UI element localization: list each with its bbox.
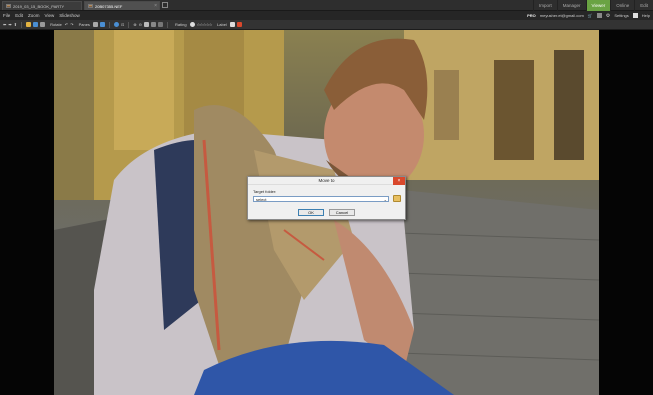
menu-slideshow[interactable]: Slideshow bbox=[59, 13, 80, 18]
up-arrow-icon[interactable]: ⬆ bbox=[14, 22, 17, 27]
image-thumbnail-icon bbox=[88, 4, 93, 8]
label-color-icon[interactable] bbox=[236, 22, 242, 27]
mode-viewer[interactable]: Viewer bbox=[585, 0, 611, 11]
fullscreen-icon[interactable] bbox=[158, 22, 164, 27]
menu-edit[interactable]: Edit bbox=[15, 13, 23, 18]
back-arrow-icon[interactable]: ⬅ bbox=[3, 22, 6, 27]
save-icon[interactable] bbox=[33, 22, 39, 27]
divider bbox=[21, 21, 23, 28]
label-label: Label bbox=[217, 22, 227, 27]
rating-stars[interactable]: ☆☆☆☆☆ bbox=[197, 22, 213, 27]
histogram-icon[interactable]: ⊡ bbox=[121, 22, 124, 27]
pro-badge: PRO bbox=[527, 13, 536, 18]
move-to-dialog: Move to × Target folder: select ⌄ OK Can… bbox=[247, 176, 406, 220]
divider bbox=[108, 21, 110, 28]
target-folder-label: Target folder: bbox=[253, 189, 277, 194]
zoom-out-icon[interactable]: ⊖ bbox=[139, 22, 142, 27]
menu-file[interactable]: File bbox=[3, 13, 10, 18]
rotate-left-icon[interactable]: ↶ bbox=[65, 22, 68, 27]
menu-view[interactable]: View bbox=[45, 13, 55, 18]
settings-gear-icon[interactable]: ⚙ bbox=[606, 13, 610, 19]
label-clear-icon[interactable] bbox=[229, 22, 235, 27]
cart-icon[interactable]: 🛒 bbox=[588, 13, 593, 18]
toolbar: ⬅ ➡ ⬆ Rotate ↶ ↷ Panes ⊡ ⊕ ⊖ Rating ☆☆☆☆… bbox=[0, 20, 653, 30]
tab-bar: 2019_03_15_BOOK_PARTY 20B07355.NEF × Imp… bbox=[0, 0, 653, 11]
mode-import[interactable]: Import bbox=[533, 0, 557, 11]
image-viewer[interactable]: Move to × Target folder: select ⌄ OK Can… bbox=[0, 30, 653, 395]
divider bbox=[167, 21, 169, 28]
forward-arrow-icon[interactable]: ➡ bbox=[8, 22, 11, 27]
mode-online[interactable]: Online bbox=[610, 0, 634, 11]
actual-size-icon[interactable] bbox=[151, 22, 157, 27]
panes-layout-icon[interactable] bbox=[99, 22, 105, 27]
rating-label: Rating bbox=[175, 22, 187, 27]
tab-label: 20B07355.NEF bbox=[95, 3, 123, 9]
account-area: PRO meyusher.et@gmail.com 🛒 ⚙ Settings H… bbox=[527, 11, 650, 20]
browse-folder-icon[interactable] bbox=[393, 195, 401, 202]
divider bbox=[128, 21, 130, 28]
fit-screen-icon[interactable] bbox=[144, 22, 150, 27]
open-folder-icon[interactable] bbox=[26, 22, 32, 27]
ok-button[interactable]: OK bbox=[298, 209, 324, 216]
help-icon[interactable] bbox=[632, 13, 638, 18]
panes-label: Panes bbox=[78, 22, 90, 27]
close-tab-icon[interactable]: × bbox=[154, 3, 157, 9]
tab-folder[interactable]: 2019_03_15_BOOK_PARTY bbox=[2, 1, 82, 10]
menu-zoom[interactable]: Zoom bbox=[28, 13, 40, 18]
folder-thumbnail-icon bbox=[6, 4, 11, 8]
rating-clear-icon[interactable] bbox=[189, 22, 195, 27]
notification-icon[interactable] bbox=[596, 13, 602, 18]
close-icon[interactable]: × bbox=[393, 177, 405, 185]
panes-icon[interactable] bbox=[92, 22, 98, 27]
tab-label: 2019_03_15_BOOK_PARTY bbox=[13, 3, 65, 9]
target-folder-value: select bbox=[256, 197, 267, 202]
cancel-button[interactable]: Cancel bbox=[329, 209, 355, 216]
mode-manager[interactable]: Manager bbox=[556, 0, 586, 11]
print-icon[interactable] bbox=[40, 22, 46, 27]
rotate-label: Rotate bbox=[50, 22, 62, 27]
dialog-title: Move to bbox=[318, 178, 335, 183]
account-email[interactable]: meyusher.et@gmail.com bbox=[540, 13, 584, 18]
dialog-title-bar: Move to × bbox=[248, 177, 405, 185]
mode-edit[interactable]: Edit bbox=[634, 0, 653, 11]
mode-switcher: Import Manager Viewer Online Edit bbox=[533, 0, 653, 11]
info-icon[interactable] bbox=[113, 22, 119, 27]
new-tab-icon[interactable] bbox=[162, 2, 168, 8]
settings-label[interactable]: Settings bbox=[614, 13, 628, 18]
tab-image[interactable]: 20B07355.NEF × bbox=[84, 1, 160, 10]
target-folder-select[interactable]: select ⌄ bbox=[253, 196, 389, 202]
help-label[interactable]: Help bbox=[642, 13, 650, 18]
chevron-down-icon[interactable]: ⌄ bbox=[384, 197, 387, 202]
rotate-right-icon[interactable]: ↷ bbox=[70, 22, 73, 27]
zoom-in-icon[interactable]: ⊕ bbox=[133, 22, 136, 27]
